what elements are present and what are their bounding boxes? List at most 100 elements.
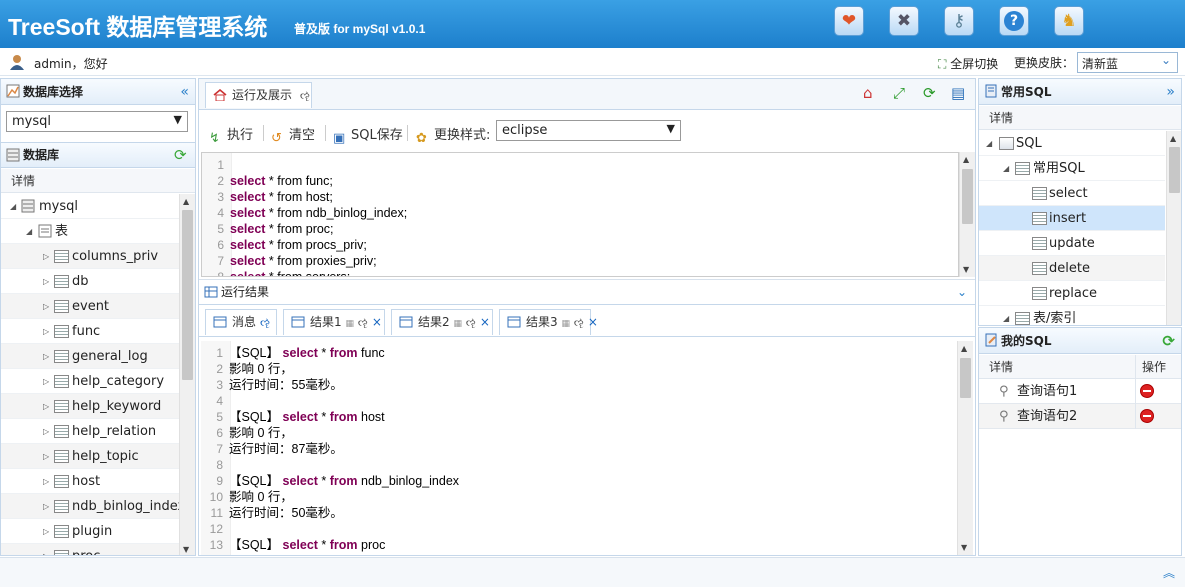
scroll-up-icon[interactable]: ▲ [961,344,967,353]
collapsed-arrow-icon[interactable]: ▷ [43,244,49,269]
collapsed-arrow-icon[interactable]: ▷ [43,419,49,444]
tab-run-display[interactable]: 运行及展示 ૡ [205,82,312,108]
tab-refresh-icon[interactable]: ૡ [300,88,310,102]
table-icon [54,500,69,513]
tree-node-group[interactable]: ◢ 表 [1,219,179,244]
my-sql-item[interactable]: ⚲ 查询语句1 [979,379,1181,404]
scroll-thumb[interactable] [182,210,193,380]
scroll-up-icon[interactable]: ▲ [1170,134,1176,143]
scroll-down-icon[interactable]: ▼ [961,543,967,552]
scroll-down-icon[interactable]: ▼ [183,545,189,554]
tree-node-table[interactable]: ▷ help_relation [1,419,179,444]
left-tree-scrollbar[interactable]: ▲ ▼ [179,194,195,555]
tab-refresh-icon[interactable]: ૡ [462,315,476,329]
refresh-icon[interactable]: ⟳ [923,84,936,102]
expand-footer-icon[interactable]: ︽ [1163,564,1175,581]
tab-refresh-icon[interactable]: ૡ [570,315,584,329]
output-scrollbar[interactable]: ▲ ▼ [957,341,973,555]
collapse-results-icon[interactable]: ⌄ [957,280,967,304]
scroll-thumb[interactable] [962,169,973,224]
tree-node-table[interactable]: ▷ help_keyword [1,394,179,419]
tab-refresh-icon[interactable]: ૡ [354,315,368,329]
tree-node-table-index[interactable]: ◢ 表/索引 [979,306,1165,325]
maximize-icon[interactable]: ⤢ [893,84,905,102]
close-icon[interactable]: × [480,315,490,329]
refresh-icon[interactable]: ⟳ [174,146,187,164]
logout-icon[interactable]: ♞ [1054,6,1084,36]
expanded-arrow-icon[interactable]: ◢ [1003,156,1009,181]
tab-result-2[interactable]: 结果2 ▦ ૡ × [391,309,493,335]
fullscreen-toggle[interactable]: ⛶ 全屏切换 [938,55,998,72]
tree-node-table[interactable]: ▷ ndb_binlog_index [1,494,179,519]
tree-node-table[interactable]: ▷ db [1,269,179,294]
collapse-right-icon[interactable]: » [1166,79,1175,105]
options-icon[interactable]: ▤ [951,84,965,102]
tab-result-3[interactable]: 结果3 ▦ ૡ × [499,309,598,335]
collapsed-arrow-icon[interactable]: ▷ [43,544,49,555]
style-dropdown[interactable]: eclipse ▼ [496,120,681,141]
delete-icon[interactable] [1140,409,1154,423]
tree-node-table[interactable]: ▷ func [1,319,179,344]
scroll-thumb[interactable] [960,358,971,398]
expanded-arrow-icon[interactable]: ◢ [10,194,16,219]
tree-node-table[interactable]: ▷ general_log [1,344,179,369]
collapsed-arrow-icon[interactable]: ▷ [43,444,49,469]
expanded-arrow-icon[interactable]: ◢ [986,131,992,156]
collapsed-arrow-icon[interactable]: ▷ [43,494,49,519]
tree-node-table[interactable]: ▷ columns_priv [1,244,179,269]
my-sql-item[interactable]: ⚲ 查询语句2 [979,404,1181,429]
collapsed-arrow-icon[interactable]: ▷ [43,319,49,344]
database-dropdown[interactable]: mysql ▼ [6,111,188,132]
sql-item-select[interactable]: select [979,181,1165,206]
close-icon[interactable]: × [588,315,598,329]
tab-refresh-icon[interactable]: ૡ [260,315,270,329]
help-icon[interactable]: ? [999,6,1029,36]
scroll-up-icon[interactable]: ▲ [963,155,969,164]
tab-result-0[interactable]: 消息 ૡ [205,309,277,335]
sql-item-update[interactable]: update [979,231,1165,256]
sql-item-insert[interactable]: insert [979,206,1165,231]
refresh-icon[interactable]: ⟳ [1162,328,1175,354]
tree-node-table[interactable]: ▷ plugin [1,519,179,544]
expanded-arrow-icon[interactable]: ◢ [26,219,32,244]
clear-label: 清空 [289,128,316,143]
home-icon[interactable]: ⌂ [863,84,873,102]
editor-scrollbar[interactable]: ▲ ▼ [959,152,975,277]
sql-editor[interactable]: 1 2 select * from func; 3 select * from host… [201,152,959,277]
key-icon[interactable]: ⚷ [944,6,974,36]
collapsed-arrow-icon[interactable]: ▷ [43,519,49,544]
right-tree-scrollbar[interactable]: ▲ [1166,131,1181,325]
heart-icon[interactable]: ❤ [834,6,864,36]
collapsed-arrow-icon[interactable]: ▷ [43,344,49,369]
output-line: 8 [201,457,459,473]
tab-result-1[interactable]: 结果1 ▦ ૡ × [283,309,385,335]
tools-icon[interactable]: ✖ [889,6,919,36]
skin-select[interactable]: 清新蓝 ⌄ [1077,52,1178,73]
run-button[interactable]: ↯ 执行 [209,124,253,146]
delete-icon[interactable] [1140,384,1154,398]
save-sql-button[interactable]: ▣ SQL保存 [333,124,403,146]
collapsed-arrow-icon[interactable]: ▷ [43,369,49,394]
collapsed-arrow-icon[interactable]: ▷ [43,294,49,319]
tree-node-common-sql[interactable]: ◢ 常用SQL [979,156,1165,181]
collapsed-arrow-icon[interactable]: ▷ [43,269,49,294]
collapsed-arrow-icon[interactable]: ▷ [43,469,49,494]
expanded-arrow-icon[interactable]: ◢ [1003,306,1009,325]
scroll-down-icon[interactable]: ▼ [963,265,969,274]
scroll-thumb[interactable] [1169,147,1180,193]
tree-node-table[interactable]: ▷ proc [1,544,179,555]
collapsed-arrow-icon[interactable]: ▷ [43,394,49,419]
table-label: plugin [72,524,113,539]
collapse-left-icon[interactable]: « [180,79,189,105]
sql-item-replace[interactable]: replace [979,281,1165,306]
close-icon[interactable]: × [372,315,382,329]
tree-node-table[interactable]: ▷ event [1,294,179,319]
tree-node-table[interactable]: ▷ host [1,469,179,494]
tree-node-table[interactable]: ▷ help_topic [1,444,179,469]
clear-button[interactable]: ↺ 清空 [271,124,315,146]
scroll-up-icon[interactable]: ▲ [183,197,189,206]
sql-item-delete[interactable]: delete [979,256,1165,281]
tree-node-root[interactable]: ◢ mysql [1,194,179,219]
tree-node-sql-root[interactable]: ◢ SQL [979,131,1165,156]
tree-node-table[interactable]: ▷ help_category [1,369,179,394]
